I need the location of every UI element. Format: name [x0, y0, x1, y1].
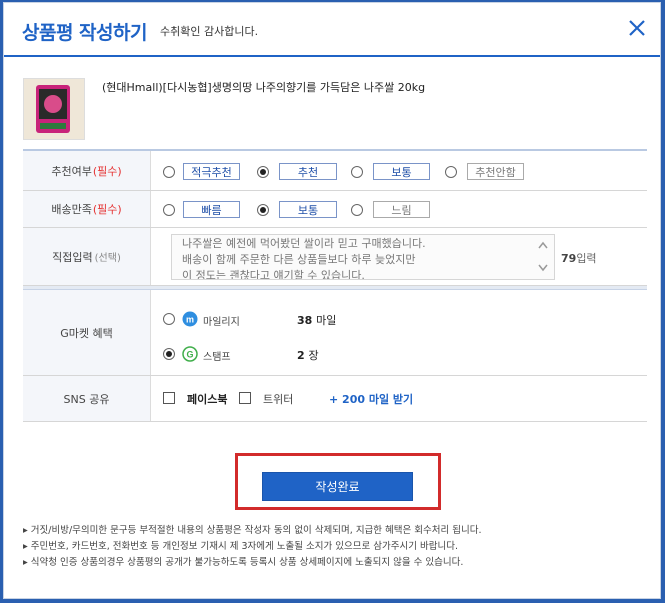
delivery-row: 배송만족 (필수) 빠름 보통 느림: [23, 191, 647, 228]
direct-input-label: 직접입력 (선택): [23, 228, 151, 285]
radio-mileage[interactable]: [163, 313, 175, 325]
option-recommend[interactable]: 추천: [279, 163, 337, 180]
submit-highlight: 작성완료: [235, 453, 441, 510]
radio-normal[interactable]: [351, 166, 363, 178]
optional-mark: (선택): [94, 253, 121, 264]
radio-slow[interactable]: [351, 204, 363, 216]
stamp-value: 2 장: [297, 349, 319, 362]
option-slow[interactable]: 느림: [373, 201, 430, 218]
mileage-icon: m: [182, 311, 198, 327]
radio-normal-delivery[interactable]: [257, 204, 269, 216]
option-not-recommend[interactable]: 추천안함: [467, 163, 524, 180]
option-normal[interactable]: 보통: [373, 163, 430, 180]
benefit-label: G마켓 혜택: [23, 290, 151, 375]
review-form: 추천여부 (필수) 적극추천 추천 보통 추천안함 배송만족 (필수) 빠름 보…: [23, 149, 647, 422]
sns-row: SNS 공유 페이스북 트위터 + 200 마일 받기: [23, 376, 647, 422]
notice-item: ▸ 주민번호, 카드번호, 전화번호 등 개인정보 기재시 제 3자에게 노출될…: [23, 541, 458, 552]
mileage-value: 38 마일: [297, 314, 337, 327]
radio-not-recommend[interactable]: [445, 166, 457, 178]
delivery-label: 배송만족 (필수): [23, 191, 151, 227]
benefit-row: G마켓 혜택 m 마일리지 38 마일 G 스탬프 2 장: [23, 290, 647, 376]
radio-stamp[interactable]: [163, 348, 175, 360]
close-icon[interactable]: [626, 17, 648, 39]
notice-list: ▸ 거짓/비방/무의미한 문구등 부적절한 내용의 상품평은 작성자 동의 없이…: [23, 523, 482, 571]
mileage-label: 마일리지: [203, 317, 240, 328]
twitter-label: 트위터: [263, 393, 294, 406]
recommend-row: 추천여부 (필수) 적극추천 추천 보통 추천안함: [23, 151, 647, 191]
option-normal-delivery[interactable]: 보통: [279, 201, 337, 218]
scroll-up-icon[interactable]: [538, 241, 548, 249]
product-name: (현대Hmall)[다시농협]생명의땅 나주의향기를 가득담은 나주쌀 20kg: [102, 81, 426, 94]
radio-strong-recommend[interactable]: [163, 166, 175, 178]
sns-bonus: + 200 마일 받기: [329, 393, 414, 406]
radio-recommend[interactable]: [257, 166, 269, 178]
facebook-label: 페이스북: [187, 393, 228, 406]
product-image: [23, 78, 85, 140]
char-count: 79입력: [561, 252, 597, 265]
svg-text:m: m: [186, 315, 194, 325]
required-mark: (필수): [92, 164, 122, 178]
review-textarea[interactable]: 나주쌀은 예전에 먹어봤던 쌀이라 믿고 구매했습니다. 배송이 함께 주문한 …: [171, 234, 555, 280]
svg-text:G: G: [186, 350, 193, 360]
page-title: 상품평 작성하기: [22, 22, 147, 44]
page-subtitle: 수취확인 감사합니다.: [160, 25, 259, 38]
stamp-label: 스탬프: [203, 352, 231, 363]
twitter-checkbox[interactable]: [239, 392, 251, 404]
stamp-icon: G: [182, 346, 198, 362]
option-fast[interactable]: 빠름: [183, 201, 240, 218]
option-strong-recommend[interactable]: 적극추천: [183, 163, 240, 180]
radio-fast[interactable]: [163, 204, 175, 216]
scroll-down-icon[interactable]: [538, 264, 548, 272]
facebook-checkbox[interactable]: [163, 392, 175, 404]
notice-item: ▸ 거짓/비방/무의미한 문구등 부적절한 내용의 상품평은 작성자 동의 없이…: [23, 525, 482, 536]
required-mark: (필수): [92, 203, 122, 216]
submit-button[interactable]: 작성완료: [262, 472, 413, 501]
dialog-header: 상품평 작성하기 수취확인 감사합니다.: [4, 3, 660, 57]
direct-input-row: 직접입력 (선택) 나주쌀은 예전에 먹어봤던 쌀이라 믿고 구매했습니다. 배송…: [23, 228, 647, 286]
recommend-label: 추천여부 (필수): [23, 151, 151, 190]
sns-label: SNS 공유: [23, 376, 151, 421]
notice-item: ▸ 식약청 인증 상품의경우 상품평의 공개가 불가능하도록 등록시 상품 상세…: [23, 557, 464, 568]
review-dialog: 상품평 작성하기 수취확인 감사합니다. (현대Hmall)[다시농협]생명의땅…: [3, 2, 661, 599]
